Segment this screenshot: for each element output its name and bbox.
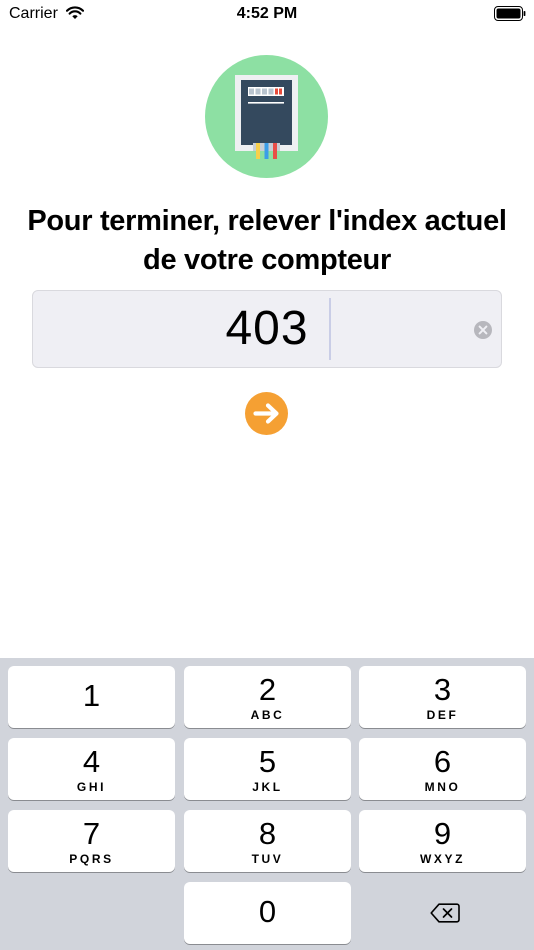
key-digit: 2 <box>258 672 277 707</box>
key-digit: 4 <box>82 744 101 779</box>
key-9[interactable]: 9 WXYZ <box>359 810 526 872</box>
key-letters: DEF <box>426 708 459 722</box>
key-7[interactable]: 7 PQRS <box>8 810 175 872</box>
key-digit: 0 <box>258 894 277 929</box>
key-letters: TUV <box>251 852 284 866</box>
key-digit: 8 <box>258 816 277 851</box>
screen: Carrier 4:52 PM Pour terminer, relever l… <box>0 0 534 950</box>
key-5[interactable]: 5 JKL <box>184 738 351 800</box>
key-digit: 5 <box>258 744 277 779</box>
key-8[interactable]: 8 TUV <box>184 810 351 872</box>
key-letters: ABC <box>250 708 285 722</box>
key-digit: 9 <box>433 816 452 851</box>
key-4[interactable]: 4 GHI <box>8 738 175 800</box>
key-letters: JKL <box>252 780 283 794</box>
electricity-meter-icon <box>205 55 328 178</box>
status-bar: Carrier 4:52 PM <box>0 0 534 28</box>
key-digit: 6 <box>433 744 452 779</box>
meter-index-value: 403 <box>225 302 309 355</box>
delete-key[interactable] <box>359 882 526 944</box>
backspace-icon <box>430 903 460 923</box>
clear-icon[interactable] <box>473 320 493 340</box>
key-3[interactable]: 3 DEF <box>359 666 526 728</box>
page-title: Pour terminer, relever l'index actuel de… <box>27 205 507 276</box>
key-2[interactable]: 2 ABC <box>184 666 351 728</box>
key-letters: MNO <box>424 780 461 794</box>
numeric-keypad: 1 2 ABC 3 DEF 4 GHI 5 JKL 6 MNO 7 PQRS 8… <box>0 658 534 950</box>
next-button[interactable] <box>245 392 288 435</box>
key-letters: PQRS <box>69 852 114 866</box>
battery-icon <box>494 6 526 21</box>
key-0[interactable]: 0 <box>184 882 351 944</box>
key-letters: GHI <box>76 780 107 794</box>
key-1[interactable]: 1 <box>8 666 175 728</box>
text-caret <box>329 298 331 360</box>
key-letters: WXYZ <box>419 852 466 866</box>
clock: 4:52 PM <box>236 5 298 22</box>
meter-index-input[interactable]: 403 <box>32 290 502 368</box>
key-digit: 1 <box>82 678 101 713</box>
key-digit: 3 <box>433 672 452 707</box>
key-digit: 7 <box>82 816 101 851</box>
key-6[interactable]: 6 MNO <box>359 738 526 800</box>
